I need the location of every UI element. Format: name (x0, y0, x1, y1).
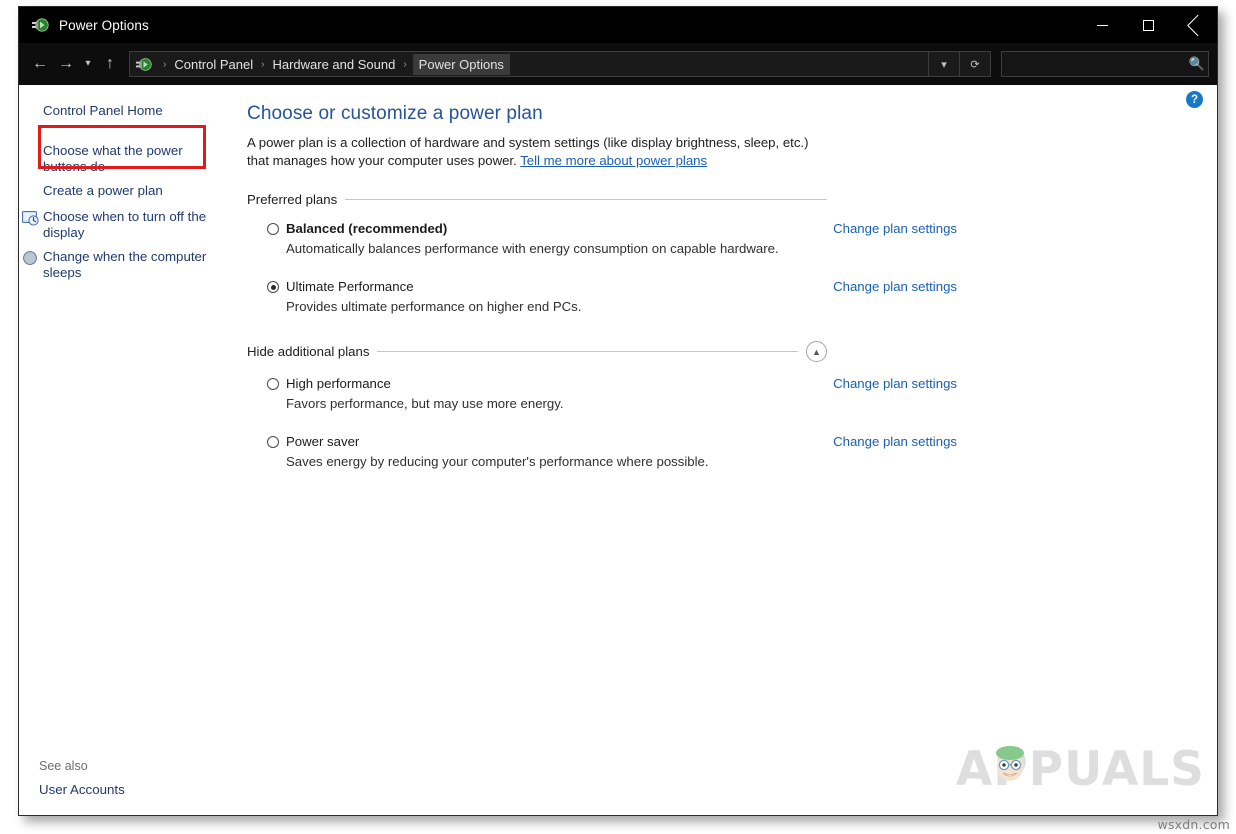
see-also-title: See also (39, 759, 233, 773)
address-bar: ← → ▾ ↑ › Control Panel › Hardware and S… (19, 43, 1217, 85)
close-icon (1188, 19, 1200, 31)
intro-paragraph: A power plan is a collection of hardware… (247, 134, 833, 170)
minimize-button[interactable] (1079, 7, 1125, 43)
maximize-icon (1143, 20, 1154, 31)
sidebar-item-label: Change when the computer sleeps (43, 249, 223, 281)
radio-power-saver[interactable] (267, 436, 279, 448)
plan-item-high-performance: High performance Favors performance, but… (267, 376, 827, 412)
main-content: ? Choose or customize a power plan A pow… (233, 85, 1217, 815)
maximize-button[interactable] (1125, 7, 1171, 43)
section-label: Hide additional plans (247, 344, 377, 359)
plan-row: Balanced (recommended) (267, 221, 827, 236)
plan-name[interactable]: Ultimate Performance (286, 279, 414, 294)
sidebar-item-label: Create a power plan (43, 183, 163, 199)
breadcrumb-item-power-options[interactable]: Power Options (413, 54, 510, 75)
breadcrumb-separator: › (255, 59, 270, 70)
section-rule (345, 199, 827, 200)
breadcrumb-separator: › (157, 59, 172, 70)
window-titlebar: Power Options (19, 7, 1217, 43)
blank-icon (21, 143, 39, 161)
moon-sleep-icon (21, 249, 39, 267)
sidebar-item-choose-when-to-turn-off-display[interactable]: Choose when to turn off the display (19, 205, 233, 245)
plan-description: Favors performance, but may use more ene… (286, 395, 827, 412)
search-icon[interactable]: 🔍 (1186, 56, 1208, 72)
see-also-section: See also User Accounts (19, 759, 233, 797)
sidebar-item-label: Choose when to turn off the display (43, 209, 223, 241)
power-plug-icon (31, 16, 49, 34)
radio-balanced[interactable] (267, 223, 279, 235)
sidebar-item-create-a-power-plan[interactable]: Create a power plan (19, 179, 233, 205)
power-plug-icon (135, 56, 152, 73)
breadcrumb-separator: › (397, 59, 412, 70)
window-title: Power Options (59, 18, 149, 33)
radio-high-performance[interactable] (267, 378, 279, 390)
plan-row: Power saver (267, 434, 827, 449)
page-title: Choose or customize a power plan (247, 103, 1187, 125)
search-input[interactable] (1002, 56, 1186, 72)
chevron-up-icon[interactable]: ▲ (806, 341, 827, 362)
radio-ultimate-performance[interactable] (267, 281, 279, 293)
appuals-mascot-icon (987, 740, 1033, 786)
plan-name[interactable]: Balanced (recommended) (286, 221, 447, 236)
forward-arrow-icon[interactable]: → (53, 51, 79, 77)
change-plan-settings-link-high-performance[interactable]: Change plan settings (833, 376, 957, 391)
screenshot-root: Power Options ← → ▾ ↑ (0, 0, 1236, 834)
up-arrow-icon[interactable]: ↑ (97, 51, 123, 77)
plan-item-ultimate-performance: Ultimate Performance Provides ultimate p… (267, 279, 827, 315)
change-plan-settings-link-power-saver[interactable]: Change plan settings (833, 434, 957, 449)
window-controls (1079, 7, 1217, 43)
plan-description: Provides ultimate performance on higher … (286, 298, 827, 315)
history-chevron-down-icon[interactable]: ▾ (79, 51, 97, 77)
plan-row: High performance (267, 376, 827, 391)
breadcrumb-item-control-panel[interactable]: Control Panel (172, 55, 255, 74)
plan-item-balanced: Balanced (recommended) Automatically bal… (267, 221, 827, 257)
tell-me-more-link[interactable]: Tell me more about power plans (520, 153, 707, 168)
breadcrumb[interactable]: › Control Panel › Hardware and Sound › P… (129, 51, 991, 77)
plan-description: Automatically balances performance with … (286, 240, 827, 257)
help-icon[interactable]: ? (1186, 91, 1203, 108)
display-clock-icon (21, 209, 39, 227)
plan-description: Saves energy by reducing your computer's… (286, 453, 827, 470)
blank-icon (21, 103, 39, 121)
plan-name[interactable]: Power saver (286, 434, 359, 449)
sidebar: Control Panel Home Choose what the power… (19, 85, 233, 815)
change-plan-settings-link-balanced[interactable]: Change plan settings (833, 221, 957, 236)
sidebar-item-control-panel-home[interactable]: Control Panel Home (19, 99, 233, 125)
breadcrumb-buttons: ▾ ⟳ (928, 52, 990, 76)
section-label: Preferred plans (247, 192, 345, 207)
section-header-preferred-plans: Preferred plans (247, 192, 827, 207)
sidebar-item-change-when-computer-sleeps[interactable]: Change when the computer sleeps (19, 245, 233, 285)
section-rule (377, 351, 798, 352)
plan-name[interactable]: High performance (286, 376, 391, 391)
window-body: Control Panel Home Choose what the power… (19, 85, 1217, 815)
appuals-watermark: APPUALS (956, 746, 1205, 793)
back-arrow-icon[interactable]: ← (27, 51, 53, 77)
power-options-window: Power Options ← → ▾ ↑ (18, 6, 1218, 816)
refresh-icon[interactable]: ⟳ (959, 52, 990, 76)
watermark-text: APPUALS (956, 746, 1205, 793)
section-header-hide-additional-plans: Hide additional plans ▲ (247, 341, 827, 362)
chevron-down-icon[interactable]: ▾ (929, 52, 959, 76)
site-credit: wsxdn.com (1158, 817, 1230, 832)
sidebar-item-label: Control Panel Home (43, 103, 163, 119)
change-plan-settings-link-ultimate-performance[interactable]: Change plan settings (833, 279, 957, 294)
sidebar-item-choose-what-power-buttons-do[interactable]: Choose what the power buttons do (19, 139, 233, 179)
minimize-icon (1097, 25, 1108, 26)
sidebar-primary-links: Control Panel Home (19, 99, 233, 125)
sidebar-item-label: Choose what the power buttons do (43, 143, 223, 175)
search-box[interactable]: 🔍 (1001, 51, 1209, 77)
close-button[interactable] (1171, 7, 1217, 43)
breadcrumb-item-hardware-and-sound[interactable]: Hardware and Sound (270, 55, 397, 74)
blank-icon (21, 183, 39, 201)
see-also-link-user-accounts[interactable]: User Accounts (39, 782, 233, 797)
plan-item-power-saver: Power saver Saves energy by reducing you… (267, 434, 827, 470)
plan-row: Ultimate Performance (267, 279, 827, 294)
